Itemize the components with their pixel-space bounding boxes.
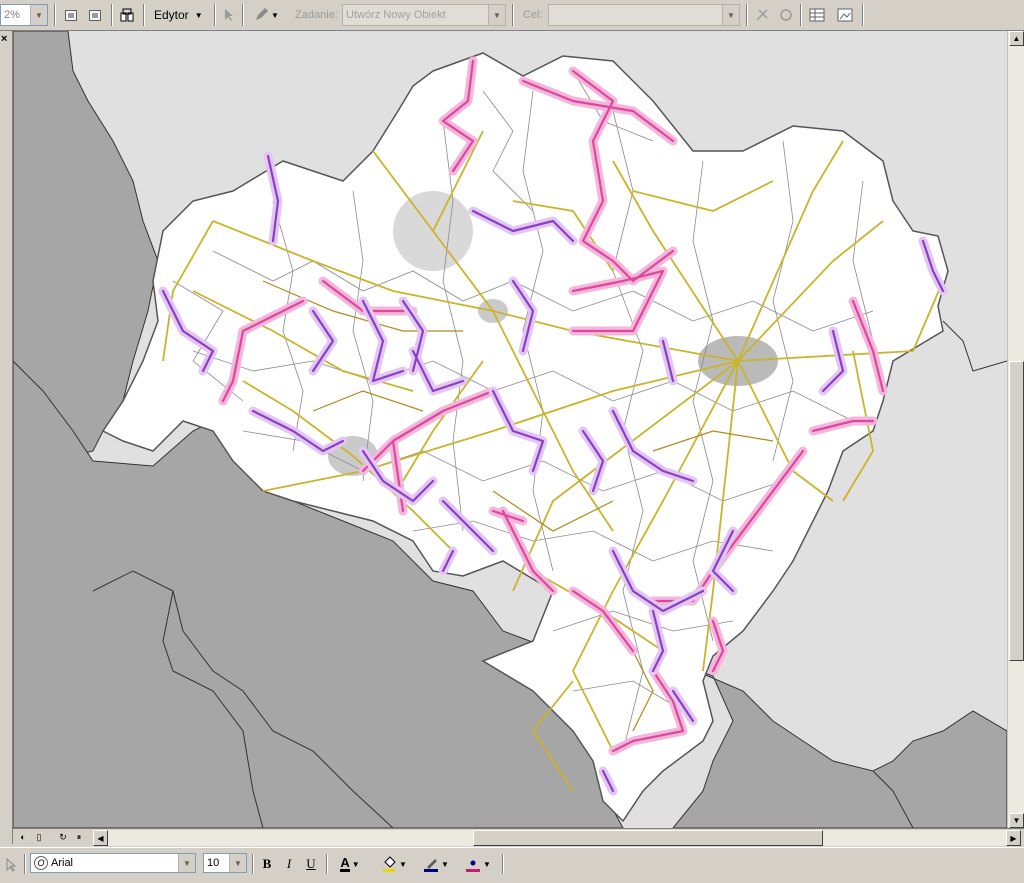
refresh-icon[interactable]: ↻ (57, 831, 69, 843)
split-tool-button[interactable] (752, 4, 772, 26)
toolbar-separator (111, 4, 113, 26)
select-elements-button[interactable] (2, 854, 22, 874)
task-label: Zadanie: (295, 9, 338, 21)
sketch-tool-button[interactable]: ▼ (248, 4, 284, 26)
scroll-thumb[interactable] (1009, 361, 1024, 661)
scroll-thumb[interactable] (473, 830, 823, 846)
marker-dot-icon (466, 860, 481, 872)
window-icon (65, 9, 77, 21)
map-vertical-scrollbar[interactable]: ▲ ▼ (1007, 31, 1024, 828)
sketch-properties-button[interactable] (834, 4, 856, 26)
close-icon[interactable]: × (1, 33, 7, 45)
font-color-button[interactable]: A ▼ (332, 854, 368, 874)
line-color-button[interactable]: ▼ (418, 854, 454, 874)
font-size-value: 10 (207, 857, 220, 869)
pen-icon (424, 859, 439, 872)
paint-bucket-icon (383, 856, 396, 872)
toolbar-separator (252, 854, 254, 874)
chevron-down-icon: ▼ (399, 859, 407, 869)
toolbar-separator (242, 4, 244, 26)
font-size-select[interactable]: 10 ▼ (203, 853, 247, 873)
fill-color-button[interactable]: ▼ (376, 854, 412, 874)
split-icon (756, 9, 768, 21)
table-icon (809, 8, 825, 22)
pause-icon[interactable]: ⏸ (73, 831, 85, 843)
editor-toolbar: 2% ▼ Edytor ▼ ▼ Zadanie: Utwórz Nowy Obi… (0, 0, 1024, 31)
chevron-down-icon: ▼ (488, 5, 505, 25)
chevron-down-icon: ▼ (271, 10, 279, 20)
underline-button[interactable]: U (302, 854, 320, 874)
map-window-button[interactable] (85, 4, 105, 26)
font-color-icon: A (340, 854, 350, 872)
toolbar-separator (800, 4, 802, 26)
data-view-icon[interactable]: ◐ (17, 831, 29, 843)
scroll-left-button[interactable]: ◀ (93, 830, 108, 846)
layout-view-icon[interactable]: ▯ (33, 831, 45, 843)
toolbar-separator (214, 4, 216, 26)
drawing-toolbar: O Arial ▼ 10 ▼ B I U A ▼ ▼ ▼ ▼ (0, 847, 1024, 883)
task-value: Utwórz Nowy Obiekt (346, 9, 446, 21)
zoom-value: 2% (4, 9, 20, 21)
layer-window-button[interactable] (61, 4, 81, 26)
pointer-arrow-icon (225, 9, 233, 21)
select-arrow-icon (6, 857, 17, 872)
toolbar-separator (24, 854, 26, 874)
bold-button[interactable]: B (258, 854, 276, 874)
font-name-value: Arial (51, 857, 74, 869)
toolbar-separator (512, 4, 514, 26)
chevron-down-icon: ▼ (30, 5, 47, 25)
target-label: Cel: (523, 9, 543, 21)
pencil-icon (256, 8, 269, 20)
chevron-down-icon: ▼ (229, 854, 246, 872)
map-view[interactable] (13, 31, 1007, 828)
scroll-down-button[interactable]: ▼ (1009, 813, 1024, 828)
scroll-right-button[interactable]: ▶ (1006, 830, 1021, 846)
italic-button[interactable]: I (280, 854, 298, 874)
edit-tool-button[interactable] (220, 4, 238, 26)
toolbar-separator (746, 4, 748, 26)
rotate-icon (780, 9, 792, 21)
print-button[interactable] (116, 4, 138, 26)
attributes-button[interactable] (806, 4, 828, 26)
editor-menu-button[interactable]: Edytor ▼ (148, 4, 210, 26)
rotate-tool-button[interactable] (776, 4, 796, 26)
binoculars-icon (120, 8, 134, 22)
map-canvas[interactable] (13, 31, 1007, 828)
marker-color-button[interactable]: ▼ (460, 854, 496, 874)
chevron-down-icon: ▼ (194, 10, 203, 20)
editor-label: Edytor (154, 8, 189, 22)
chevron-down-icon: ▼ (178, 854, 195, 872)
chevron-down-icon: ▼ (351, 859, 360, 869)
font-type-icon: O (34, 856, 48, 870)
image-icon (837, 8, 853, 22)
window-icon (89, 9, 101, 21)
toolbar-separator (143, 4, 145, 26)
target-layer-select[interactable]: ▼ (548, 4, 740, 26)
chevron-down-icon: ▼ (441, 859, 449, 869)
map-horizontal-scrollbar[interactable]: ◀ ▶ (93, 830, 1021, 846)
zoom-select[interactable]: 2% ▼ (0, 4, 48, 26)
chevron-down-icon: ▼ (483, 859, 491, 869)
task-select[interactable]: Utwórz Nowy Obiekt ▼ (342, 4, 506, 26)
toolbar-separator (326, 854, 328, 874)
toolbar-separator (502, 854, 504, 874)
font-name-select[interactable]: O Arial ▼ (30, 853, 196, 873)
chevron-down-icon: ▼ (722, 5, 739, 25)
toolbar-separator (54, 4, 56, 26)
scroll-up-button[interactable]: ▲ (1009, 31, 1024, 46)
toc-panel-collapsed: × (0, 31, 13, 844)
toolbar-separator (862, 4, 864, 26)
map-status-strip: ◐ ▯ ↻ ⏸ ◀ ▶ (13, 828, 1024, 847)
